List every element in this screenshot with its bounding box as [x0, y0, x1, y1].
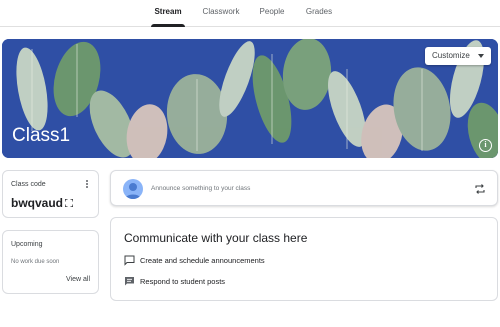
class-banner: [2, 39, 498, 158]
tab-classwork-label: Classwork: [202, 7, 240, 16]
upcoming-title: Upcoming: [11, 241, 43, 248]
tab-grades-label: Grades: [305, 7, 333, 16]
tab-people[interactable]: People: [259, 0, 285, 27]
tab-people-label: People: [259, 7, 285, 16]
communicate-title: Communicate with your class here: [124, 231, 308, 245]
upcoming-card: Upcoming No work due soon View all: [2, 230, 99, 294]
active-tab-indicator: [151, 24, 185, 27]
more-vert-icon[interactable]: [84, 179, 90, 191]
communicate-card: Communicate with your class here Create …: [110, 217, 498, 301]
communicate-item-label: Respond to student posts: [140, 277, 226, 286]
repost-icon[interactable]: [474, 183, 486, 195]
tab-stream[interactable]: Stream: [151, 0, 185, 27]
class-title: Class1: [12, 125, 71, 146]
comment-icon: [125, 277, 134, 286]
announcement-icon: [124, 255, 135, 266]
communicate-item-label: Create and schedule announcements: [140, 256, 265, 265]
class-code-card: Class code bwqvaud: [2, 170, 99, 218]
customize-label: Customize: [432, 51, 470, 60]
class-code-value: bwqvaud: [11, 196, 64, 210]
person-icon: [125, 183, 141, 199]
avatar: [123, 179, 143, 199]
top-navigation: Stream Classwork People Grades: [0, 0, 500, 27]
announce-placeholder[interactable]: Announce something to your class: [151, 185, 250, 192]
upcoming-empty-text: No work due soon: [11, 259, 60, 265]
view-all-link[interactable]: View all: [66, 276, 90, 283]
leaf-pattern-illustration: [2, 39, 498, 158]
fullscreen-icon[interactable]: [65, 199, 73, 207]
tab-grades[interactable]: Grades: [305, 0, 333, 27]
info-icon[interactable]: i: [479, 139, 492, 152]
customize-button[interactable]: Customize: [425, 47, 491, 65]
dropdown-caret-icon: [478, 54, 484, 58]
announce-box[interactable]: Announce something to your class: [110, 170, 498, 206]
class-code-label: Class code: [11, 181, 46, 188]
tab-classwork[interactable]: Classwork: [202, 0, 240, 27]
tab-stream-label: Stream: [154, 7, 182, 16]
